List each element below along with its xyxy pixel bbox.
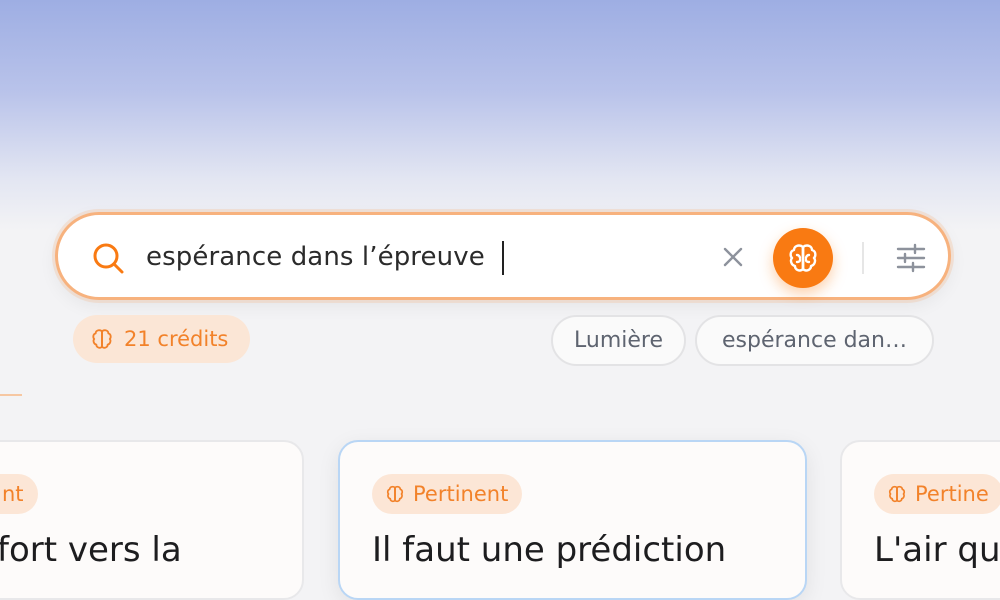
- close-icon: [723, 247, 743, 267]
- text-caret: [502, 241, 504, 275]
- relevance-tag: nt: [0, 474, 38, 514]
- result-card[interactable]: nt fort vers la: [0, 440, 304, 600]
- card-title: L'air qu: [874, 530, 1000, 570]
- relevance-tag-label: Pertinent: [413, 482, 509, 506]
- relevance-tag-label: nt: [2, 482, 24, 506]
- credits-badge: 21 crédits: [73, 315, 250, 363]
- brain-icon: [789, 244, 817, 272]
- recent-search-chip[interactable]: Lumière: [551, 315, 686, 366]
- search-icon: [93, 243, 124, 274]
- relevance-tag: Pertinent: [372, 474, 523, 514]
- toolbar-divider: [862, 242, 864, 274]
- search-bar[interactable]: [55, 212, 951, 300]
- relevance-tag: Pertine: [874, 474, 1000, 514]
- result-card[interactable]: Pertine L'air qu: [840, 440, 1000, 600]
- card-title: fort vers la: [0, 530, 182, 570]
- relevance-tag-label: Pertine: [915, 482, 989, 506]
- recent-search-chip[interactable]: espérance dan…: [695, 315, 934, 366]
- filters-button[interactable]: [894, 241, 928, 275]
- brain-icon: [92, 329, 112, 349]
- clear-search-button[interactable]: [717, 241, 749, 273]
- section-accent-line: [0, 394, 22, 396]
- brain-icon: [888, 485, 906, 503]
- card-title: Il faut une prédiction: [372, 530, 727, 570]
- sliders-icon: [896, 243, 926, 273]
- result-card[interactable]: Pertinent Il faut une prédiction: [338, 440, 807, 600]
- credits-label: 21 crédits: [124, 327, 229, 351]
- search-input[interactable]: [146, 237, 686, 277]
- header-gradient-background: [0, 0, 1000, 230]
- ai-search-button[interactable]: [773, 228, 833, 288]
- brain-icon: [386, 485, 404, 503]
